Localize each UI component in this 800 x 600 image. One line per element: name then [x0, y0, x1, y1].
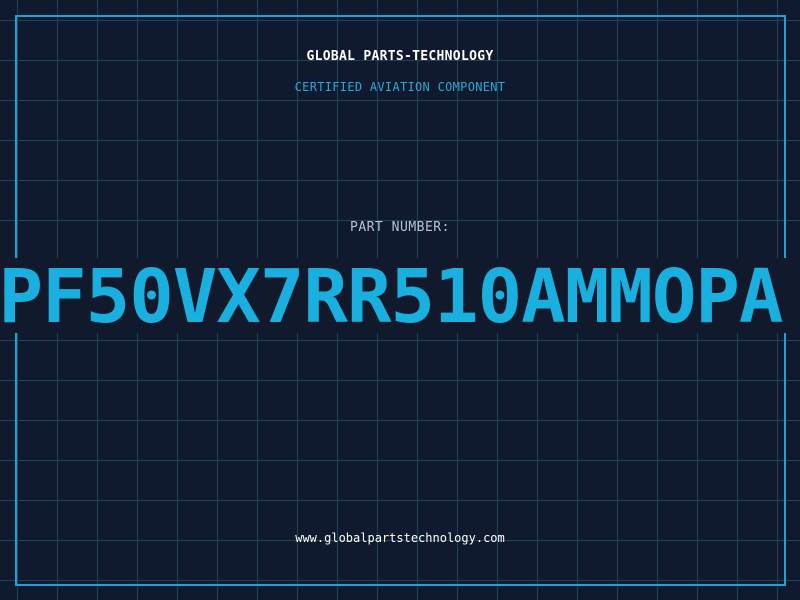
website-url: www.globalpartstechnology.com [295, 531, 505, 545]
label-canvas: GLOBAL PARTS-TECHNOLOGY CERTIFIED AVIATI… [0, 0, 800, 600]
part-number-label: PART NUMBER: [350, 220, 450, 235]
certification-subtitle: CERTIFIED AVIATION COMPONENT [294, 80, 506, 94]
company-name: GLOBAL PARTS-TECHNOLOGY [306, 49, 494, 64]
part-number-value: DPF50VX7RR510AMMOPA [0, 258, 783, 333]
part-number-band: DPF50VX7RR510AMMOPA [0, 258, 800, 333]
